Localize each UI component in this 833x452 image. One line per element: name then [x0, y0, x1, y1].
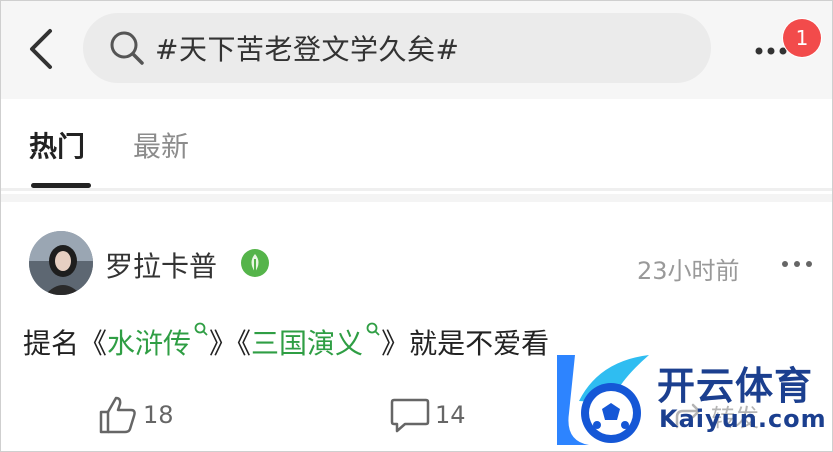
thumbs-up-icon [99, 396, 136, 434]
app-frame: #天下苦老登文学久矣# 1 热门 最新 罗拉卡普 23小时前 提名《水浒传 》《… [0, 0, 833, 452]
tab-latest[interactable]: 最新 [133, 125, 189, 165]
comment-button[interactable]: 14 [389, 387, 466, 443]
link-search-icon [193, 311, 209, 336]
watermark: 开云体育 Kaiyun.com [549, 351, 829, 451]
verified-badge-icon [239, 247, 271, 279]
comment-count: 14 [435, 401, 466, 429]
username[interactable]: 罗拉卡普 [105, 245, 217, 285]
topic-link-shuihu[interactable]: 水浒传 [107, 327, 191, 360]
back-arrow-icon [30, 29, 52, 69]
active-tab-indicator [31, 183, 91, 188]
link-search-icon [365, 311, 381, 336]
topic-link-sanguo[interactable]: 三国演义 [251, 327, 363, 360]
tab-bar: 热门 最新 [1, 99, 832, 191]
post-content: 提名《水浒传 》《三国演义 》就是不爱看 [23, 311, 549, 362]
post-text-prefix: 提名《 [23, 327, 108, 360]
post-timestamp: 23小时前 [637, 257, 740, 285]
like-button[interactable]: 18 [97, 387, 174, 443]
more-dots-icon [782, 261, 812, 267]
section-divider [1, 194, 832, 202]
post-more-button[interactable] [777, 251, 817, 277]
search-icon [107, 28, 147, 68]
like-count: 18 [143, 401, 174, 429]
search-input[interactable]: #天下苦老登文学久矣# [83, 13, 711, 83]
watermark-brand-cn: 开云体育 [657, 364, 814, 408]
back-button[interactable] [21, 25, 61, 73]
tab-hot[interactable]: 热门 [29, 125, 85, 165]
comment-icon [390, 398, 430, 433]
search-query-text: #天下苦老登文学久矣# [155, 33, 460, 66]
post-text-middle: 》《 [209, 327, 252, 360]
watermark-brand-en: Kaiyun.com [659, 405, 827, 433]
top-bar: #天下苦老登文学久矣# 1 [1, 1, 832, 99]
watermark-logo-icon [557, 355, 649, 445]
notification-badge: 1 [783, 19, 821, 57]
avatar[interactable] [29, 231, 93, 295]
post-text-suffix: 》就是不爱看 [381, 327, 550, 360]
